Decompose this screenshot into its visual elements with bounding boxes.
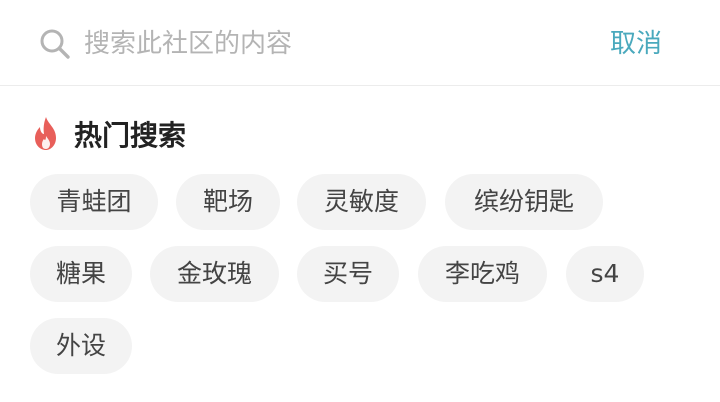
tag-lichiji[interactable]: 李吃鸡 — [418, 246, 547, 302]
tag-bachang[interactable]: 靶场 — [176, 174, 280, 230]
tag-jinmeigui[interactable]: 金玫瑰 — [150, 246, 279, 302]
tag-qingwatuan[interactable]: 青蛙团 — [30, 174, 158, 230]
search-bar: 取消 — [0, 0, 720, 86]
tag-s4[interactable]: s4 — [566, 246, 644, 302]
cancel-button[interactable]: 取消 — [610, 24, 662, 64]
search-field[interactable] — [38, 22, 558, 66]
tag-binfenyaoshi[interactable]: 缤纷钥匙 — [445, 174, 603, 230]
hot-search-title: 热门搜索 — [74, 119, 187, 152]
fire-icon — [30, 116, 62, 152]
search-input[interactable] — [84, 29, 544, 59]
tag-waishe[interactable]: 外设 — [30, 318, 132, 374]
search-icon — [38, 27, 72, 61]
hot-search-header: 热门搜索 — [30, 110, 690, 158]
tag-maihao[interactable]: 买号 — [297, 246, 399, 302]
tag-lingmindu[interactable]: 灵敏度 — [297, 174, 426, 230]
tag-tangguo[interactable]: 糖果 — [30, 246, 132, 302]
hot-search-section: 热门搜索 青蛙团 靶场 灵敏度 缤纷钥匙 糖果 金玫瑰 买号 李吃鸡 s4 外设 — [30, 110, 690, 374]
